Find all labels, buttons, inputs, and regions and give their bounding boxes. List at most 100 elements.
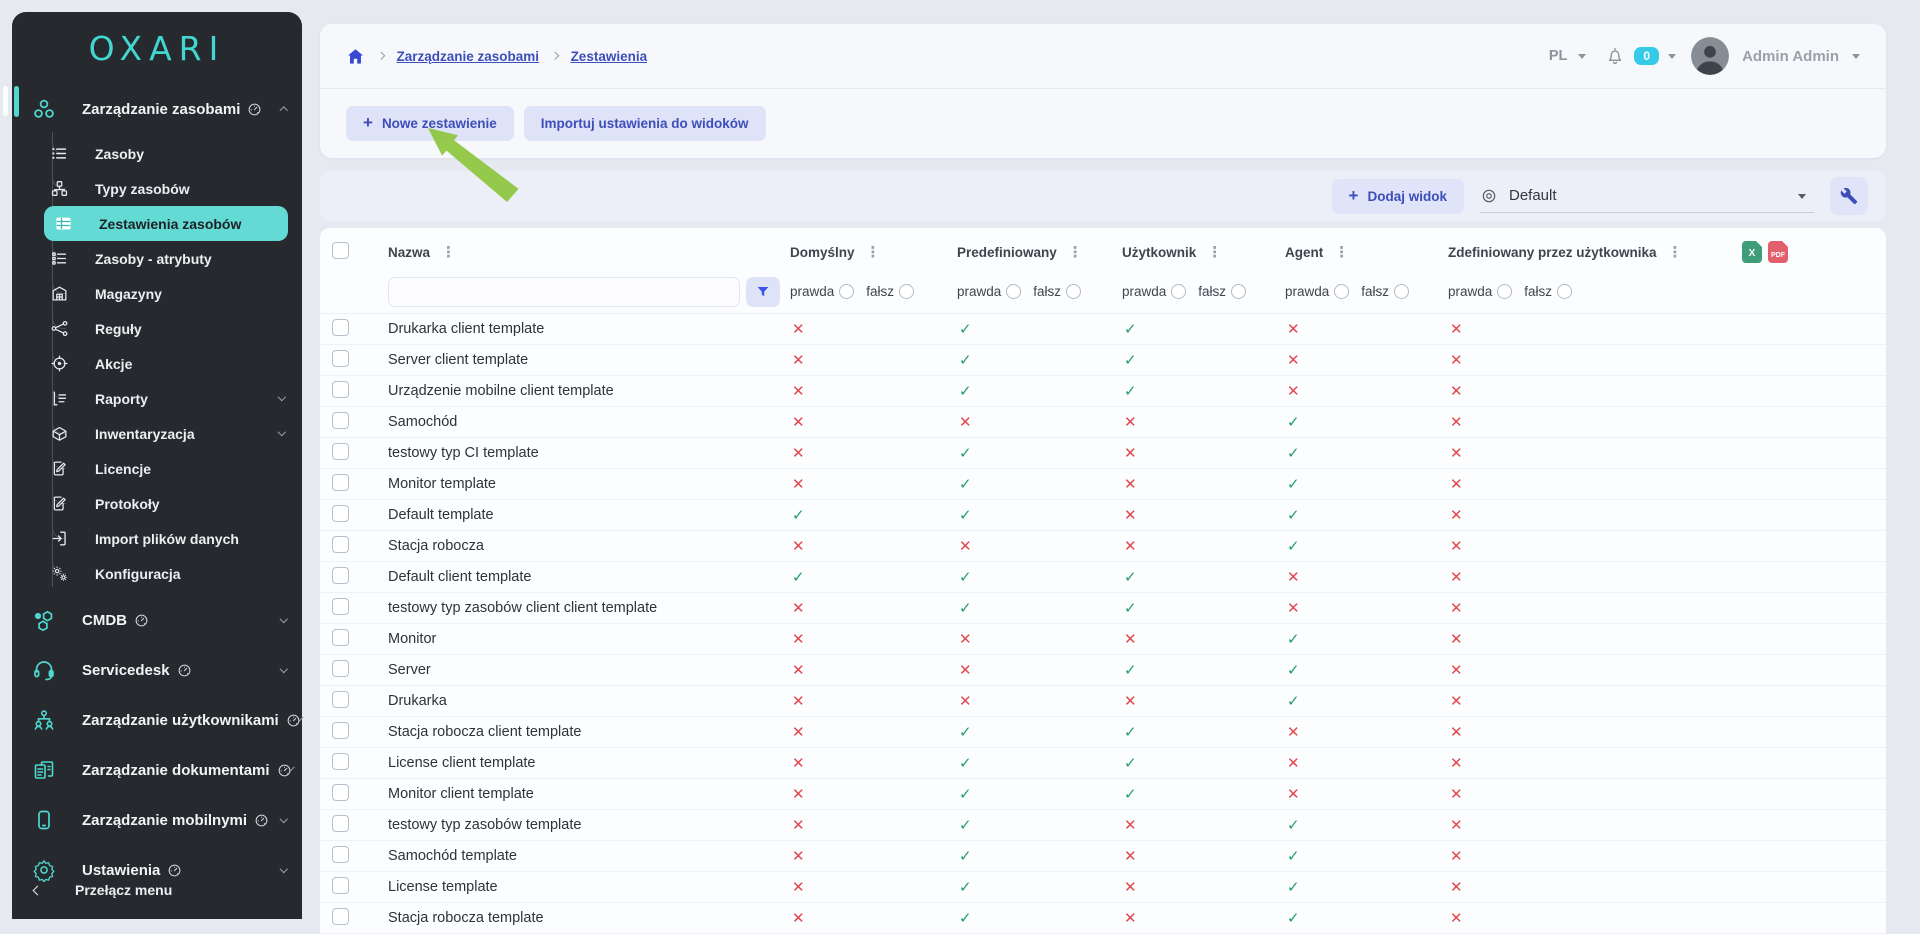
notification-badge[interactable]: 0 <box>1634 47 1659 65</box>
bell-icon[interactable] <box>1605 46 1625 66</box>
export-pdf-icon[interactable]: PDF <box>1768 241 1788 263</box>
row-checkbox[interactable] <box>332 474 349 491</box>
avatar[interactable] <box>1691 37 1729 75</box>
home-icon[interactable] <box>346 47 365 66</box>
row-checkbox[interactable] <box>332 691 349 708</box>
breadcrumb-link-zarzadzanie-zasobami[interactable]: Zarządzanie zasobami <box>397 49 540 64</box>
add-view-button[interactable]: + Dodaj widok <box>1332 179 1464 214</box>
chevron-icon[interactable] <box>279 815 287 823</box>
sidebar-module-zarzadzanie-mobilnymi[interactable]: Zarządzanie mobilnymi <box>12 795 302 845</box>
column-menu-icon[interactable]: ⋮ <box>866 246 881 258</box>
table-row[interactable]: Server ✕ ✕ ✓ ✓ ✕ <box>320 655 1886 686</box>
table-row[interactable]: Stacja robocza ✕ ✕ ✕ ✓ ✕ <box>320 531 1886 562</box>
user-menu-caret-icon[interactable] <box>1852 54 1860 63</box>
sidebar-module-zarzadzanie-uzytkownikami[interactable]: Zarządzanie użytkownikami <box>12 695 302 745</box>
row-checkbox[interactable] <box>332 753 349 770</box>
table-row[interactable]: License client template ✕ ✓ ✓ ✕ ✕ <box>320 748 1886 779</box>
sidebar-module-zarzadzanie-dokumentami[interactable]: Zarządzanie dokumentami <box>12 745 302 795</box>
row-checkbox[interactable] <box>332 350 349 367</box>
chevron-icon[interactable] <box>279 107 287 115</box>
sidebar-item-konfiguracja[interactable]: Konfiguracja <box>12 556 302 591</box>
table-row[interactable]: Drukarka ✕ ✕ ✕ ✓ ✕ <box>320 686 1886 717</box>
radio-true[interactable] <box>839 284 854 299</box>
table-row[interactable]: Drukarka client template ✕ ✓ ✓ ✕ ✕ <box>320 314 1886 345</box>
sidebar-item-zasoby[interactable]: Zasoby <box>12 136 302 171</box>
table-row[interactable]: testowy typ CI template ✕ ✓ ✕ ✓ ✕ <box>320 438 1886 469</box>
filter-button[interactable] <box>746 277 780 307</box>
view-settings-button[interactable] <box>1830 177 1868 215</box>
row-checkbox[interactable] <box>332 567 349 584</box>
radio-false[interactable] <box>899 284 914 299</box>
row-checkbox[interactable] <box>332 319 349 336</box>
sidebar-item-zestawienia-zasobow[interactable]: Zestawienia zasobów <box>44 206 288 241</box>
row-checkbox[interactable] <box>332 660 349 677</box>
row-checkbox[interactable] <box>332 846 349 863</box>
sidebar-item-raporty[interactable]: Raporty <box>12 381 302 416</box>
sidebar-module-zarzadzanie-zasobami[interactable]: Zarządzanie zasobami <box>12 84 302 134</box>
row-checkbox[interactable] <box>332 815 349 832</box>
sidebar-module-cmdb[interactable]: CMDB <box>12 595 302 645</box>
column-menu-icon[interactable]: ⋮ <box>1334 246 1349 258</box>
breadcrumb-link-zestawienia[interactable]: Zestawienia <box>571 49 648 64</box>
radio-true[interactable] <box>1171 284 1186 299</box>
export-excel-icon[interactable]: X <box>1742 241 1762 263</box>
column-menu-icon[interactable]: ⋮ <box>1207 246 1222 258</box>
sidebar-item-zasoby-atrybuty[interactable]: Zasoby - atrybuty <box>12 241 302 276</box>
column-menu-icon[interactable]: ⋮ <box>1068 246 1083 258</box>
row-checkbox[interactable] <box>332 505 349 522</box>
sidebar-item-magazyny[interactable]: Magazyny <box>12 276 302 311</box>
radio-true[interactable] <box>1497 284 1512 299</box>
row-checkbox[interactable] <box>332 722 349 739</box>
view-select[interactable]: Default <box>1480 179 1814 213</box>
menu-toggle[interactable]: Przełącz menu <box>12 869 302 911</box>
row-checkbox[interactable] <box>332 908 349 925</box>
table-row[interactable]: License template ✕ ✓ ✕ ✓ ✕ <box>320 872 1886 903</box>
notification-caret-icon[interactable] <box>1668 54 1676 63</box>
radio-true[interactable] <box>1334 284 1349 299</box>
table-row[interactable]: testowy typ zasobów client client templa… <box>320 593 1886 624</box>
table-row[interactable]: Monitor client template ✕ ✓ ✓ ✕ ✕ <box>320 779 1886 810</box>
sidebar-item-licencje[interactable]: Licencje <box>12 451 302 486</box>
table-row[interactable]: Server client template ✕ ✓ ✓ ✕ ✕ <box>320 345 1886 376</box>
select-all-checkbox[interactable] <box>332 242 349 259</box>
sidebar-module-servicedesk[interactable]: Servicedesk <box>12 645 302 695</box>
row-checkbox[interactable] <box>332 629 349 646</box>
table-row[interactable]: Monitor ✕ ✕ ✕ ✓ ✕ <box>320 624 1886 655</box>
table-row[interactable]: Samochód ✕ ✕ ✕ ✓ ✕ <box>320 407 1886 438</box>
sidebar-item-akcje[interactable]: Akcje <box>12 346 302 381</box>
sidebar-item-import-plikow-danych[interactable]: Import plików danych <box>12 521 302 556</box>
chevron-icon[interactable] <box>279 665 287 673</box>
chevron-down-icon[interactable] <box>277 393 285 401</box>
radio-false[interactable] <box>1231 284 1246 299</box>
table-row[interactable]: testowy typ zasobów template ✕ ✓ ✕ ✓ ✕ <box>320 810 1886 841</box>
chevron-icon[interactable] <box>279 615 287 623</box>
row-checkbox[interactable] <box>332 598 349 615</box>
table-row[interactable]: Urządzenie mobilne client template ✕ ✓ ✓… <box>320 376 1886 407</box>
sidebar-item-typy-zasobow[interactable]: Typy zasobów <box>12 171 302 206</box>
row-checkbox[interactable] <box>332 412 349 429</box>
row-checkbox[interactable] <box>332 784 349 801</box>
language-selector[interactable]: PL <box>1549 48 1568 64</box>
sidebar-item-inwentaryzacja[interactable]: Inwentaryzacja <box>12 416 302 451</box>
radio-false[interactable] <box>1394 284 1409 299</box>
table-row[interactable]: Monitor template ✕ ✓ ✕ ✓ ✕ <box>320 469 1886 500</box>
column-menu-icon[interactable]: ⋮ <box>441 246 456 258</box>
chevron-down-icon[interactable] <box>277 428 285 436</box>
row-checkbox[interactable] <box>332 381 349 398</box>
radio-false[interactable] <box>1066 284 1081 299</box>
column-menu-icon[interactable]: ⋮ <box>1668 246 1683 258</box>
radio-true[interactable] <box>1006 284 1021 299</box>
new-zestawienie-button[interactable]: + Nowe zestawienie <box>346 106 514 141</box>
sidebar-item-reguly[interactable]: Reguły <box>12 311 302 346</box>
table-row[interactable]: Stacja robocza client template ✕ ✓ ✓ ✕ ✕ <box>320 717 1886 748</box>
language-caret-icon[interactable] <box>1578 54 1586 63</box>
table-row[interactable]: Samochód template ✕ ✓ ✕ ✓ ✕ <box>320 841 1886 872</box>
import-settings-button[interactable]: Importuj ustawienia do widoków <box>524 106 766 141</box>
row-checkbox[interactable] <box>332 536 349 553</box>
name-filter-input[interactable] <box>388 277 740 307</box>
table-row[interactable]: Default template ✓ ✓ ✕ ✓ ✕ <box>320 500 1886 531</box>
sidebar-item-protokoly[interactable]: Protokoły <box>12 486 302 521</box>
table-row[interactable]: Default client template ✓ ✓ ✓ ✕ ✕ <box>320 562 1886 593</box>
row-checkbox[interactable] <box>332 877 349 894</box>
row-checkbox[interactable] <box>332 443 349 460</box>
